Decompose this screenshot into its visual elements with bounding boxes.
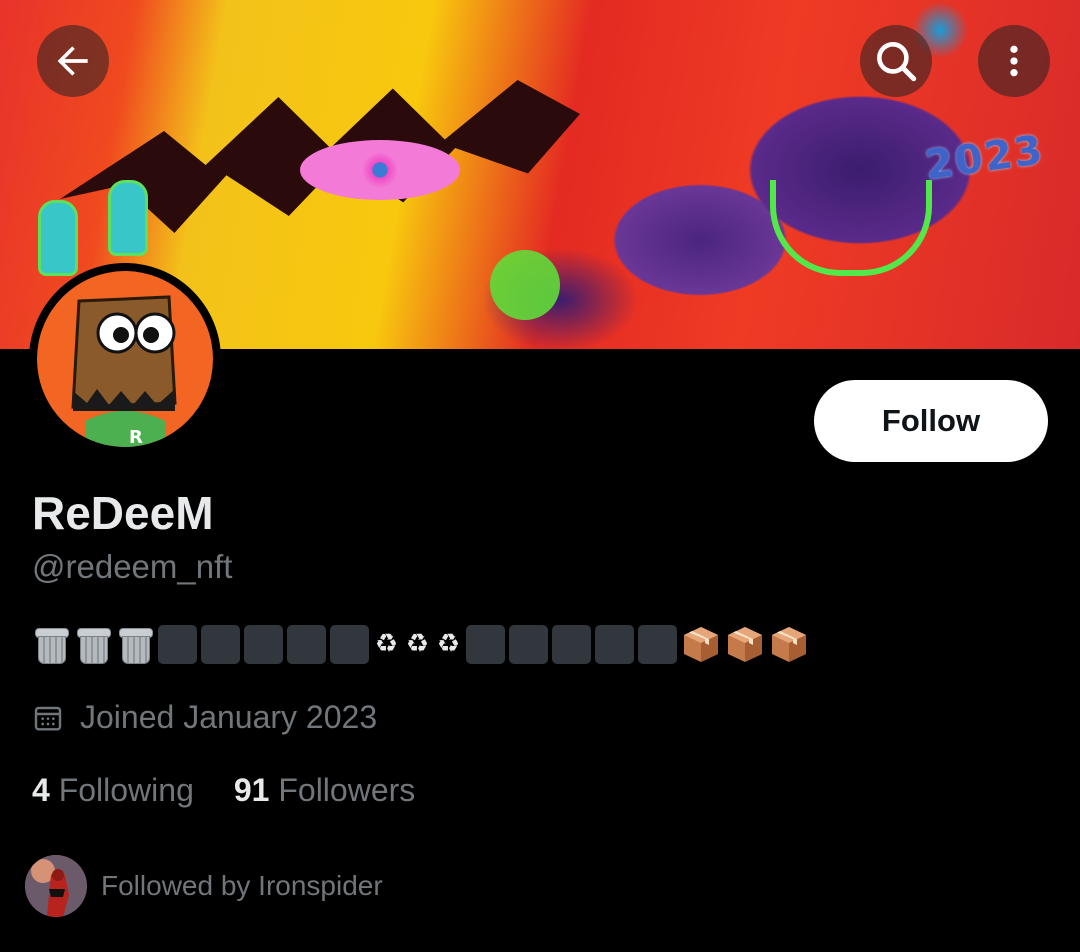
package-icon xyxy=(772,627,806,662)
followers-link[interactable]: 91 Followers xyxy=(234,772,415,809)
black-square-icon xyxy=(287,624,326,664)
black-square-icon xyxy=(509,624,548,664)
profile-bio: ♻ ♻ ♻ xyxy=(32,623,809,665)
black-square-icon xyxy=(244,624,283,664)
more-vertical-icon xyxy=(1010,45,1018,77)
package-icon xyxy=(728,627,762,662)
calendar-icon xyxy=(34,706,62,731)
wastebasket-icon xyxy=(74,624,112,664)
black-square-icon xyxy=(330,624,369,664)
more-options-button[interactable] xyxy=(978,25,1050,97)
package-icon xyxy=(684,627,718,662)
following-link[interactable]: 4 Following xyxy=(32,772,194,809)
svg-text:R: R xyxy=(129,427,143,447)
banner-creature-shape xyxy=(38,200,78,276)
followed-by-row[interactable]: Followed by Ironspider xyxy=(25,855,383,917)
display-name: ReDeeM xyxy=(32,487,214,539)
search-icon xyxy=(877,42,917,82)
black-square-icon xyxy=(595,624,634,664)
black-square-icon xyxy=(201,624,240,664)
black-square-icon xyxy=(466,624,505,664)
search-button[interactable] xyxy=(860,25,932,97)
paper-bag-character-icon: R xyxy=(71,295,177,447)
profile-avatar[interactable]: R xyxy=(29,263,221,455)
wastebasket-icon xyxy=(32,624,70,664)
recycle-icon: ♻ xyxy=(374,629,399,659)
back-button[interactable] xyxy=(37,25,109,97)
banner-year-text: 2023 xyxy=(922,126,1047,190)
joined-date: Joined January 2023 xyxy=(32,699,377,736)
black-square-icon xyxy=(552,624,591,664)
user-handle: @redeem_nft xyxy=(32,548,233,585)
follow-stats: 4 Following 91 Followers xyxy=(32,772,415,809)
follower-avatar xyxy=(25,855,87,917)
black-square-icon xyxy=(158,624,197,664)
banner-eye-shape xyxy=(300,140,460,200)
banner-squiggle-shape xyxy=(770,180,932,276)
followed-by-text: Followed by Ironspider xyxy=(101,870,383,901)
wastebasket-icon xyxy=(116,624,154,664)
recycle-icon: ♻ xyxy=(436,629,461,659)
follow-button[interactable]: Follow xyxy=(814,380,1048,462)
joined-text: Joined January 2023 xyxy=(80,699,378,735)
followers-label: Followers xyxy=(278,772,416,808)
arrow-left-icon xyxy=(57,46,88,76)
following-label: Following xyxy=(58,772,194,808)
following-count: 4 xyxy=(32,772,50,808)
avatar-image: R xyxy=(37,271,213,447)
followers-count: 91 xyxy=(233,772,270,808)
banner-creature-shape xyxy=(108,180,148,256)
recycle-icon: ♻ xyxy=(405,629,430,659)
black-square-icon xyxy=(638,624,677,664)
banner-planet-shape xyxy=(490,250,560,320)
